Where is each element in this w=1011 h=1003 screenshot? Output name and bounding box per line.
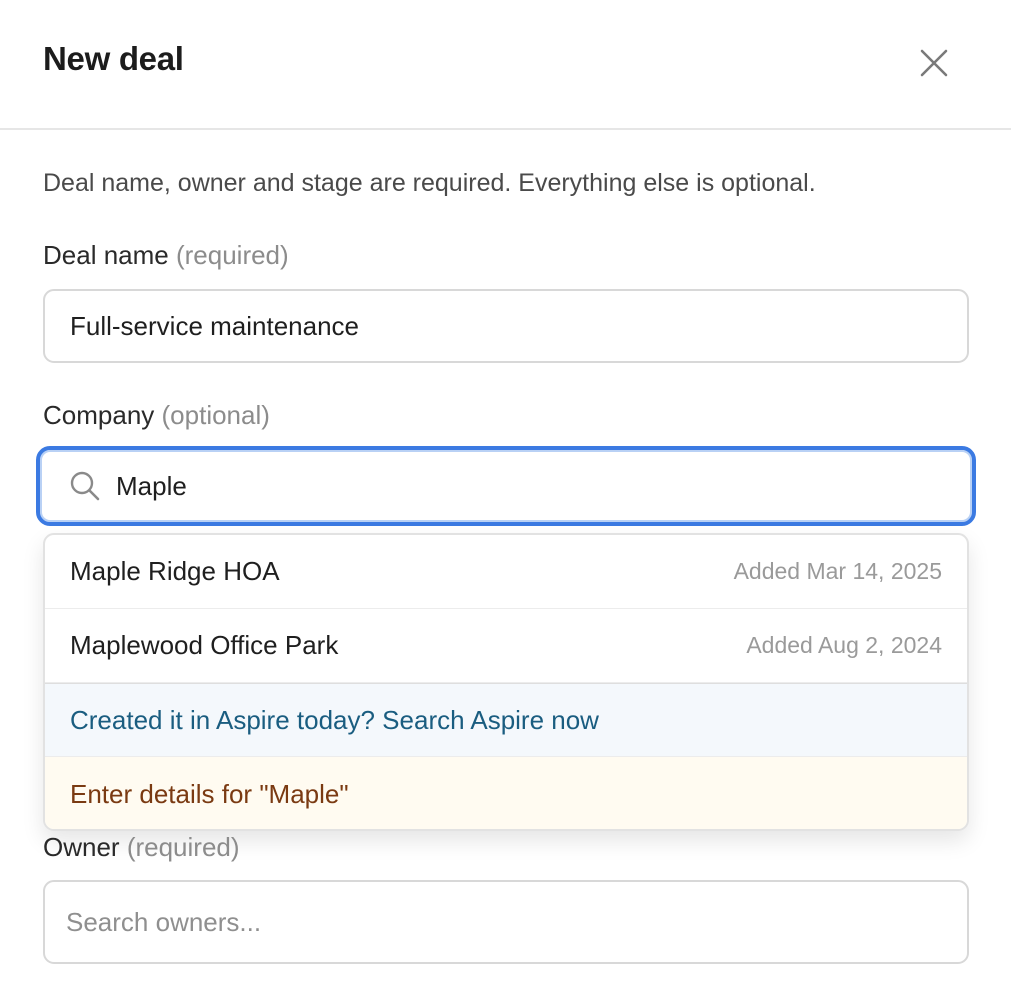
company-option-name: Maplewood Office Park [70,630,339,660]
dialog-header: New deal [0,0,1011,130]
company-search-value: Maple [116,470,187,501]
owner-label-text: Owner [43,832,120,862]
company-search-input[interactable]: Maple [36,446,976,526]
company-option-added: Added Mar 14, 2025 [733,558,942,584]
enter-details-text: Enter details for "Maple" [70,778,349,809]
company-option[interactable]: Maple Ridge HOA Added Mar 14, 2025 [45,535,967,609]
search-icon [66,467,104,505]
company-option-added: Added Aug 2, 2024 [746,632,942,658]
company-label-text: Company [43,400,155,430]
enter-details-option[interactable]: Enter details for "Maple" [45,757,967,829]
dialog-title: New deal [43,40,184,77]
owner-hint: (required) [126,832,240,862]
deal-name-label: Deal name (required) [43,240,289,271]
search-aspire-option[interactable]: Created it in Aspire today? Search Aspir… [45,683,967,757]
search-aspire-text: Created it in Aspire today? Search Aspir… [70,704,599,735]
deal-name-input[interactable]: Full-service maintenance [43,289,969,363]
company-option-name: Maple Ridge HOA [70,556,280,586]
company-dropdown: Maple Ridge HOA Added Mar 14, 2025 Maple… [43,533,969,831]
deal-name-label-text: Deal name [43,240,169,270]
company-option[interactable]: Maplewood Office Park Added Aug 2, 2024 [45,609,967,683]
form-intro: Deal name, owner and stage are required.… [43,169,816,197]
close-icon [920,49,948,77]
company-label: Company (optional) [43,400,270,431]
owner-label: Owner (required) [43,832,240,863]
deal-name-hint: (required) [175,240,289,270]
owner-search-placeholder: Search owners... [66,906,262,937]
close-button[interactable] [912,41,956,85]
company-hint: (optional) [161,400,270,430]
deal-name-value: Full-service maintenance [70,310,360,341]
owner-search-input[interactable]: Search owners... [43,880,969,964]
